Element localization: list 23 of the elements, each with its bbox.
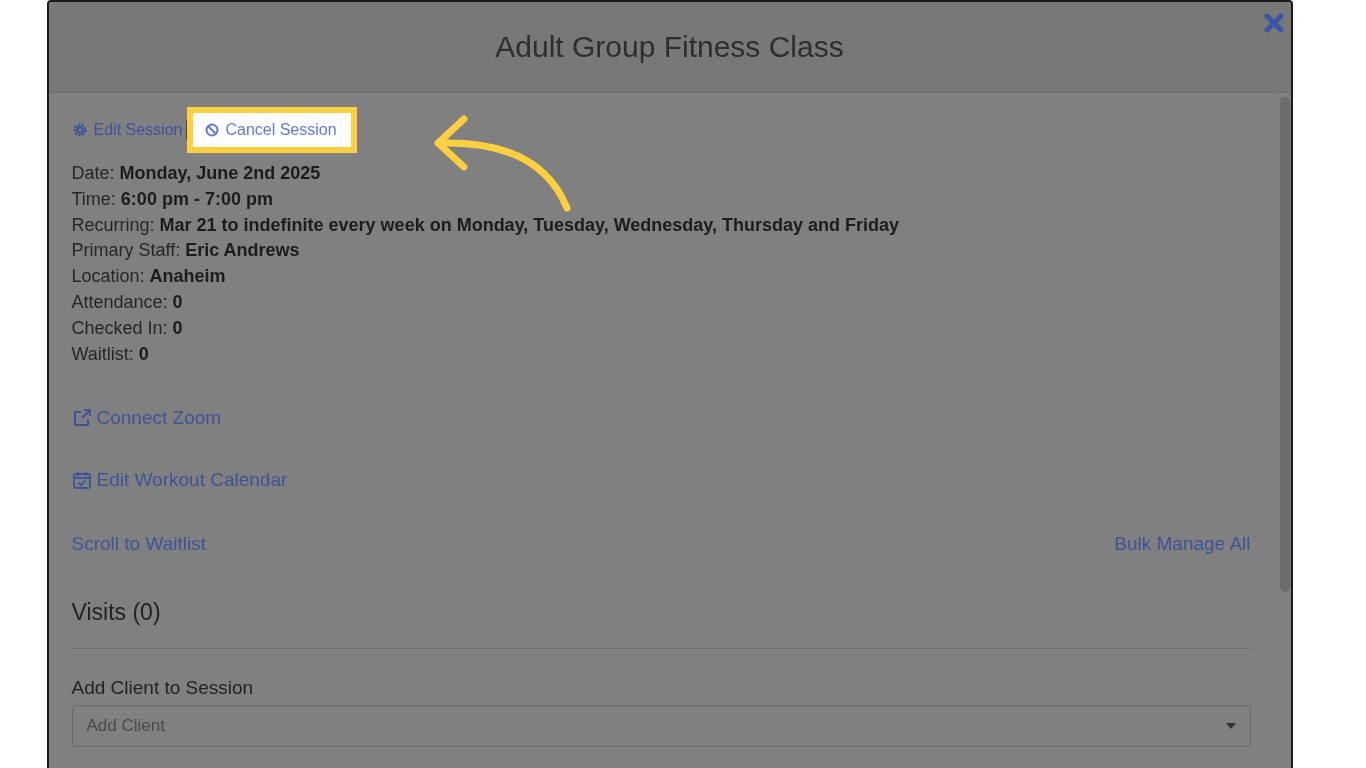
connect-link[interactable]: Connect Zoom bbox=[71, 407, 222, 430]
detail-line: Waitlist: 0 bbox=[71, 342, 150, 366]
ban-icon bbox=[205, 123, 220, 137]
detail-line: Location: Anaheim bbox=[71, 265, 227, 289]
calendar-check-icon bbox=[71, 470, 92, 491]
detail-line: Date: Monday, June 2nd 2025 bbox=[71, 162, 322, 185]
edit-calendar-link[interactable]: Edit Workout Calendar bbox=[71, 469, 288, 492]
detail-line: Time: 6:00 pm - 7:00 pm bbox=[71, 187, 274, 211]
close-button[interactable] bbox=[1262, 12, 1285, 34]
detail-line: Primary Staff: Eric Andrews bbox=[71, 239, 301, 263]
visits-heading: Visits (0) bbox=[71, 599, 1251, 650]
field-label: Add Client to Session bbox=[71, 677, 255, 700]
external-link-icon bbox=[71, 408, 92, 429]
modal-title: Adult Group Fitness Class bbox=[495, 30, 844, 64]
detail-line: Checked In: 0 bbox=[71, 316, 184, 340]
bulk-manage-link[interactable]: Bulk Manage All bbox=[1114, 533, 1251, 556]
scrollbar[interactable] bbox=[1276, 93, 1291, 768]
cancel-session-link[interactable]: Cancel Session bbox=[187, 107, 357, 153]
detail-line: Attendance: 0 bbox=[71, 291, 184, 314]
caret-icon bbox=[1225, 723, 1236, 730]
detail-line: Recurring: Mar 21 to indefinite every week on Monday, Tuesday, Wednesday, Thursday and Friday bbox=[71, 213, 901, 237]
gear-icon bbox=[71, 122, 88, 138]
scroll-to-waitlist-link[interactable]: Scroll to Waitlist bbox=[71, 533, 206, 556]
